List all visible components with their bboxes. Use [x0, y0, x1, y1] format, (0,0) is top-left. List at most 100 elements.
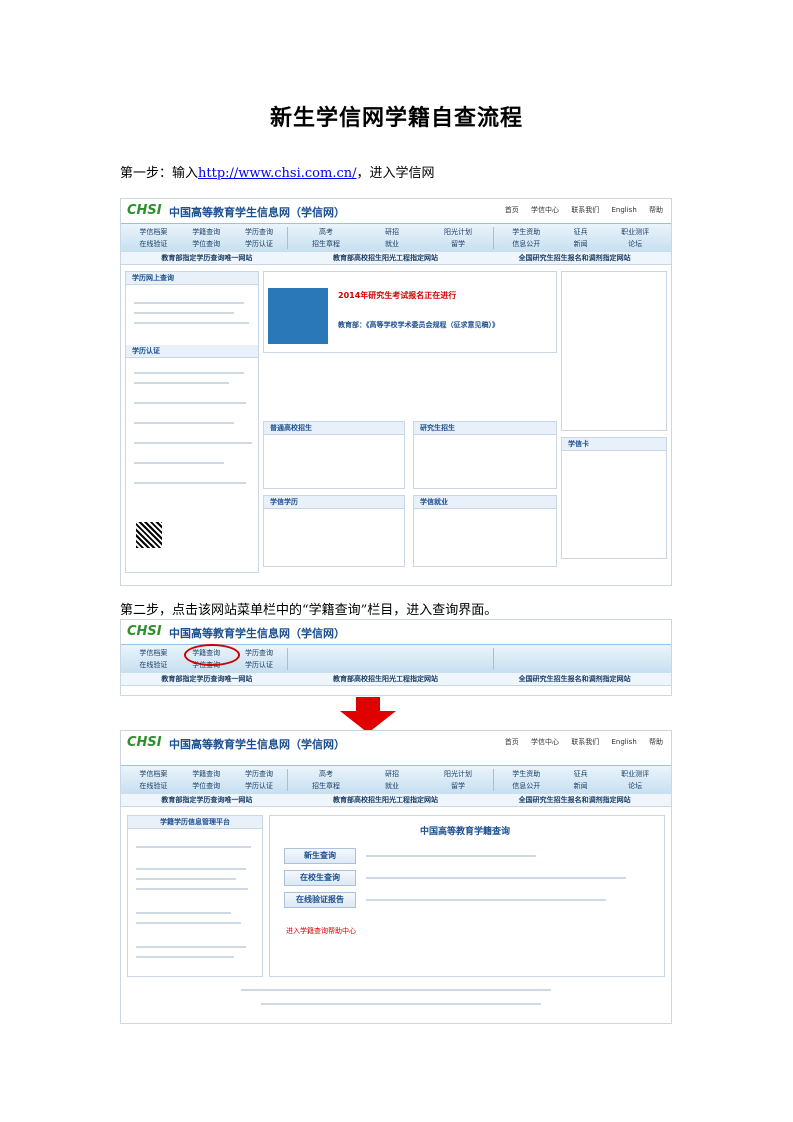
text-line [136, 846, 251, 848]
nav-item[interactable]: 学历查询 [233, 648, 286, 658]
nav-item[interactable]: 高考 [293, 227, 359, 237]
enrolled-student-query-button[interactable]: 在校生查询 [284, 870, 356, 886]
online-verification-report-button[interactable]: 在线验证报告 [284, 892, 356, 908]
query-page-screenshot: CHSI 中国高等教育学生信息网（学信网） 首页 学信中心 联系我们 Engli… [120, 730, 672, 1024]
nav-item[interactable]: 学籍查询 [180, 227, 233, 237]
chsi-link[interactable]: http://www.chsi.com.cn/ [198, 166, 356, 181]
nav-item[interactable]: 职业测评 [608, 769, 662, 779]
toplink-help[interactable]: 帮助 [649, 206, 663, 214]
nav-item[interactable]: 招生章程 [293, 781, 359, 791]
nav-item[interactable]: 学信档案 [127, 769, 180, 779]
nav-item[interactable]: 研招 [359, 769, 425, 779]
page-title: 新生学信网学籍自查流程 [269, 105, 523, 131]
nav-item[interactable]: 招生章程 [293, 239, 359, 249]
nav-item[interactable]: 新闻 [553, 781, 607, 791]
text-line [134, 482, 246, 484]
box-graduate: 研究生招生 [413, 421, 557, 489]
subnav-item[interactable]: 教育部高校招生阳光工程指定网站 [333, 795, 438, 805]
section-heading: 学信卡 [562, 438, 666, 451]
text-line [136, 868, 246, 870]
subnav-item[interactable]: 教育部指定学历查询唯一网站 [161, 674, 252, 684]
nav-item[interactable]: 学位查询 [180, 781, 233, 791]
left-column: 学历网上查询 学历认证 [125, 271, 259, 573]
nav-item[interactable]: 学历认证 [233, 239, 286, 249]
nav-item[interactable]: 在线验证 [127, 781, 180, 791]
toplink-help[interactable]: 帮助 [649, 738, 663, 746]
nav-item[interactable]: 就业 [359, 239, 425, 249]
sidebar-title: 学籍学历信息管理平台 [128, 816, 262, 829]
nav-item[interactable]: 学信档案 [127, 648, 180, 658]
nav-group-3: 学生资助 征兵 职业测评 信息公开 新闻 论坛 [499, 227, 664, 249]
step-1-prefix: 第一步：输入 [120, 166, 199, 181]
text-line [136, 888, 248, 890]
toplink-contact[interactable]: 联系我们 [571, 206, 599, 214]
nav-group-3: 学生资助 征兵 职业测评 信息公开 新闻 论坛 [499, 769, 664, 791]
nav-item[interactable]: 阳光计划 [425, 769, 491, 779]
nav-item[interactable]: 信息公开 [499, 239, 553, 249]
promo-banner[interactable] [268, 288, 328, 344]
toplink-center[interactable]: 学信中心 [531, 206, 559, 214]
nav-item[interactable]: 学生资助 [499, 769, 553, 779]
nav-item[interactable]: 研招 [359, 227, 425, 237]
nav-item[interactable]: 高考 [293, 769, 359, 779]
nav-item[interactable]: 征兵 [553, 769, 607, 779]
site-logo: CHSI [127, 735, 162, 750]
nav-item[interactable]: 留学 [425, 781, 491, 791]
main-nav: 学信档案 学籍查询 学历查询 在线验证 学位查询 学历认证 高考 研招 阳光计划… [121, 765, 671, 795]
subnav-item[interactable]: 教育部指定学历查询唯一网站 [161, 253, 252, 263]
text-line [134, 402, 246, 404]
nav-item[interactable]: 职业测评 [608, 227, 662, 237]
step-1-suffix: ，进入学信网 [356, 166, 435, 181]
toplink-center[interactable]: 学信中心 [531, 738, 559, 746]
nav-item[interactable]: 征兵 [553, 227, 607, 237]
sub-nav: 教育部指定学历查询唯一网站 教育部高校招生阳光工程指定网站 全国研究生招生报名和… [121, 794, 671, 807]
nav-item[interactable]: 学历认证 [233, 781, 286, 791]
nav-item[interactable]: 学历查询 [233, 769, 286, 779]
nav-item[interactable]: 学信档案 [127, 227, 180, 237]
subnav-item[interactable]: 全国研究生招生报名和调剂指定网站 [519, 795, 631, 805]
news-headline[interactable]: 2014年研究生考试报名正在进行 [338, 290, 456, 301]
site-header: CHSI 中国高等教育学生信息网（学信网） 首页 学信中心 联系我们 Engli… [121, 199, 671, 221]
step-1-text: 第一步：输入http://www.chsi.com.cn/，进入学信网 [120, 162, 435, 181]
text-line [136, 922, 241, 924]
nav-item[interactable]: 论坛 [608, 781, 662, 791]
toplink-contact[interactable]: 联系我们 [571, 738, 599, 746]
nav-item[interactable]: 信息公开 [499, 781, 553, 791]
text-line [136, 878, 236, 880]
section-heading: 学信学历 [264, 496, 404, 509]
nav-item[interactable]: 在线验证 [127, 660, 180, 670]
nav-item[interactable]: 学位查询 [180, 239, 233, 249]
toplink-home[interactable]: 首页 [505, 206, 519, 214]
top-links: 首页 学信中心 联系我们 English 帮助 [495, 205, 663, 215]
subnav-item[interactable]: 教育部指定学历查询唯一网站 [161, 795, 252, 805]
toplink-english[interactable]: English [611, 206, 636, 214]
subnav-item[interactable]: 教育部高校招生阳光工程指定网站 [333, 253, 438, 263]
nav-item[interactable]: 学历查询 [233, 227, 286, 237]
nav-item[interactable]: 学历认证 [233, 660, 286, 670]
nav-item[interactable]: 学生资助 [499, 227, 553, 237]
nav-item[interactable]: 留学 [425, 239, 491, 249]
nav-item[interactable]: 学籍查询 [180, 769, 233, 779]
help-center-link[interactable]: 进入学籍查询帮助中心 [286, 926, 356, 936]
subnav-item[interactable]: 全国研究生招生报名和调剂指定网站 [519, 674, 631, 684]
section-heading: 学历认证 [126, 345, 258, 358]
top-links: 首页 学信中心 联系我们 English 帮助 [495, 737, 663, 747]
site-logo: CHSI [127, 203, 162, 218]
toplink-home[interactable]: 首页 [505, 738, 519, 746]
text-line [134, 462, 224, 464]
nav-item[interactable]: 阳光计划 [425, 227, 491, 237]
homepage-screenshot: CHSI 中国高等教育学生信息网（学信网） 首页 学信中心 联系我们 Engli… [120, 198, 672, 586]
query-main-panel: 中国高等教育学籍查询 新生查询 在校生查询 在线验证报告 进入学籍查询帮助中心 [269, 815, 665, 977]
subnav-item[interactable]: 全国研究生招生报名和调剂指定网站 [519, 253, 631, 263]
toplink-english[interactable]: English [611, 738, 636, 746]
nav-item[interactable]: 就业 [359, 781, 425, 791]
nav-group-1: 学信档案 学籍查询 学历查询 在线验证 学位查询 学历认证 [127, 227, 288, 249]
text-line [136, 912, 231, 914]
new-student-query-button[interactable]: 新生查询 [284, 848, 356, 864]
nav-item[interactable]: 新闻 [553, 239, 607, 249]
news-subheadline[interactable]: 教育部：《高等学校学术委员会规程（征求意见稿）》 [338, 320, 499, 330]
subnav-item[interactable]: 教育部高校招生阳光工程指定网站 [333, 674, 438, 684]
nav-item[interactable]: 在线验证 [127, 239, 180, 249]
nav-item[interactable]: 论坛 [608, 239, 662, 249]
site-name: 中国高等教育学生信息网（学信网） [169, 206, 345, 219]
